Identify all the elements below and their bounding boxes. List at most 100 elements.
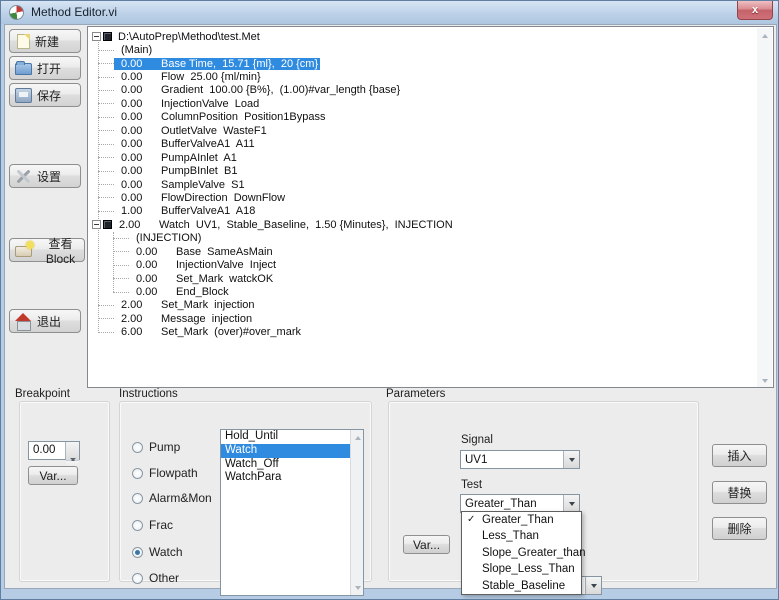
tree-row[interactable]: D:\AutoPrep\Method\test.Met <box>88 30 773 43</box>
tree-row-content: 0.00 FlowDirection DownFlow <box>114 192 287 204</box>
tree-row[interactable]: (INJECTION) <box>88 232 773 245</box>
tree-branch-stub <box>98 211 114 212</box>
tree-row[interactable]: 0.00 SampleValve S1 <box>88 178 773 191</box>
tree-scrollbar[interactable] <box>757 28 772 388</box>
tree-row[interactable]: 1.00 BufferValveA1 A18 <box>88 205 773 218</box>
tree-row[interactable]: 6.00 Set_Mark (over)#over_mark <box>88 326 773 339</box>
signal-dropdown[interactable]: UV1 <box>460 450 580 469</box>
sidebar-button-label: 退出 <box>37 313 61 330</box>
tree-row-time: (INJECTION) <box>136 232 201 244</box>
tree-row[interactable]: 0.00 PumpAInlet A1 <box>88 151 773 164</box>
scroll-down-icon[interactable] <box>757 373 772 388</box>
parameters-var-button[interactable]: Var... <box>403 535 450 554</box>
radio-icon <box>132 493 143 504</box>
titlebar[interactable]: Method Editor.vi x <box>1 1 778 24</box>
tree-row-time: 0.00 <box>121 98 161 110</box>
tree-rows: D:\AutoPrep\Method\test.Met (Main) <box>88 30 773 339</box>
insert-button[interactable]: 插入 <box>712 444 767 467</box>
tree-row-time: 0.00 <box>121 125 161 137</box>
instruction-list-item[interactable]: Hold_Until <box>221 430 363 444</box>
view-block-button[interactable]: 查看Block <box>9 238 85 262</box>
instruction-radio[interactable]: Watch <box>132 545 183 559</box>
tree-row-time: 1.00 <box>121 205 161 217</box>
instruction-list-item[interactable]: Watch_Off <box>221 458 363 472</box>
tree-row[interactable]: 0.00 Gradient 100.00 {B%}, (1.00)#var_le… <box>88 84 773 97</box>
tree-row-content: 0.00 ColumnPosition Position1Bypass <box>114 111 327 123</box>
tree-row-time: 0.00 <box>136 246 176 258</box>
tree-row[interactable]: 0.00 InjectionValve Load <box>88 97 773 110</box>
instruction-list-item[interactable]: WatchPara <box>221 471 363 485</box>
chevron-down-icon[interactable] <box>563 495 579 512</box>
tree-row[interactable]: 2.00 Set_Mark injection <box>88 299 773 312</box>
open-folder-icon <box>15 63 32 75</box>
tree-row[interactable]: 0.00 BufferValveA1 A11 <box>88 138 773 151</box>
tree-branch-stub <box>98 157 114 158</box>
signal-label: Signal <box>461 434 493 446</box>
tree-row-time: (Main) <box>121 44 161 56</box>
tree-row-text: Watch UV1, Stable_Baseline, 1.50 {Minute… <box>159 219 453 231</box>
tree-row-time: 0.00 <box>121 192 161 204</box>
test-menu-item[interactable]: Greater_Than <box>462 512 581 528</box>
tree-row-content: 0.00 Base SameAsMain <box>129 246 275 258</box>
test-menu-item[interactable]: Less_Than <box>462 528 581 544</box>
save-button[interactable]: 保存 <box>9 83 81 107</box>
chevron-down-icon[interactable] <box>563 451 579 468</box>
tree-branch-stub <box>98 130 114 131</box>
tree-row-text: Set_Mark injection <box>161 299 255 311</box>
test-menu-item[interactable]: Slope_Greater_than <box>462 545 581 561</box>
tree-row[interactable]: 0.00 Flow 25.00 {ml/min} <box>88 70 773 83</box>
tree-row-text: Set_Mark watckOK <box>176 273 273 285</box>
tree-row[interactable]: 0.00 End_Block <box>88 285 773 298</box>
breakpoint-value[interactable]: 0.00 <box>29 442 65 459</box>
new-button[interactable]: 新建 <box>9 29 81 53</box>
method-tree[interactable]: D:\AutoPrep\Method\test.Met (Main) <box>87 26 774 388</box>
replace-button[interactable]: 替换 <box>712 481 767 504</box>
tree-row-time: 0.00 <box>121 152 161 164</box>
close-button[interactable]: x <box>737 1 773 20</box>
instruction-radio[interactable]: Frac <box>132 518 173 532</box>
tree-branch-stub <box>98 318 114 319</box>
instruction-listbox[interactable]: Hold_UntilWatchWatch_OffWatchPara <box>220 429 364 596</box>
scroll-up-icon[interactable] <box>351 430 364 445</box>
exit-button[interactable]: 退出 <box>9 309 81 333</box>
tree-row[interactable]: 0.00 OutletValve WasteF1 <box>88 124 773 137</box>
test-menu-item[interactable]: Stable_Baseline <box>462 578 581 594</box>
instruction-radio[interactable]: Alarm&Mon <box>132 491 212 505</box>
collapse-minus-icon[interactable] <box>92 220 101 229</box>
tree-branch-stub <box>98 144 114 145</box>
tree-row[interactable]: 2.00 Watch UV1, Stable_Baseline, 1.50 {M… <box>88 218 773 231</box>
scroll-down-icon[interactable] <box>351 580 364 595</box>
instruction-radio[interactable]: Pump <box>132 440 180 454</box>
settings-button[interactable]: 设置 <box>9 164 81 188</box>
tree-row-content: 0.00 End_Block <box>129 286 231 298</box>
listbox-scrollbar[interactable] <box>350 430 363 595</box>
tree-row[interactable]: 0.00 PumpBInlet B1 <box>88 164 773 177</box>
tree-row[interactable]: 0.00 Base Time, 15.71 {ml}, 20 {cm} <box>88 57 773 70</box>
breakpoint-value-spinner[interactable]: 0.00 <box>28 441 80 460</box>
instruction-radio[interactable]: Other <box>132 571 179 585</box>
tree-row[interactable]: 0.00 ColumnPosition Position1Bypass <box>88 111 773 124</box>
delete-button[interactable]: 删除 <box>712 517 767 540</box>
test-menu-item[interactable]: Slope_Less_Than <box>462 561 581 577</box>
radio-label: Pump <box>149 440 180 454</box>
breakpoint-var-button[interactable]: Var... <box>28 466 78 485</box>
tree-row[interactable]: 0.00 Set_Mark watckOK <box>88 272 773 285</box>
tree-row-text: FlowDirection DownFlow <box>161 192 285 204</box>
tree-row-time: 0.00 <box>136 273 176 285</box>
tree-row[interactable]: (Main) <box>88 43 773 56</box>
tree-row[interactable]: 0.00 InjectionValve Inject <box>88 258 773 271</box>
chevron-down-icon[interactable] <box>585 577 601 594</box>
tree-row[interactable]: 2.00 Message injection <box>88 312 773 325</box>
tree-row-text: PumpBInlet B1 <box>161 165 237 177</box>
instruction-list-item[interactable]: Watch <box>221 444 363 458</box>
instruction-radio[interactable]: Flowpath <box>132 466 198 480</box>
tree-branch-stub <box>113 292 129 293</box>
open-button[interactable]: 打开 <box>9 56 81 80</box>
test-label: Test <box>461 479 482 491</box>
collapse-minus-icon[interactable] <box>92 32 101 41</box>
test-dropdown-menu: Greater_ThanLess_ThanSlope_Greater_thanS… <box>461 511 582 595</box>
scroll-up-icon[interactable] <box>757 28 772 43</box>
tree-row[interactable]: 0.00 Base SameAsMain <box>88 245 773 258</box>
tree-row-content: 0.00 PumpAInlet A1 <box>114 152 239 164</box>
tree-row[interactable]: 0.00 FlowDirection DownFlow <box>88 191 773 204</box>
